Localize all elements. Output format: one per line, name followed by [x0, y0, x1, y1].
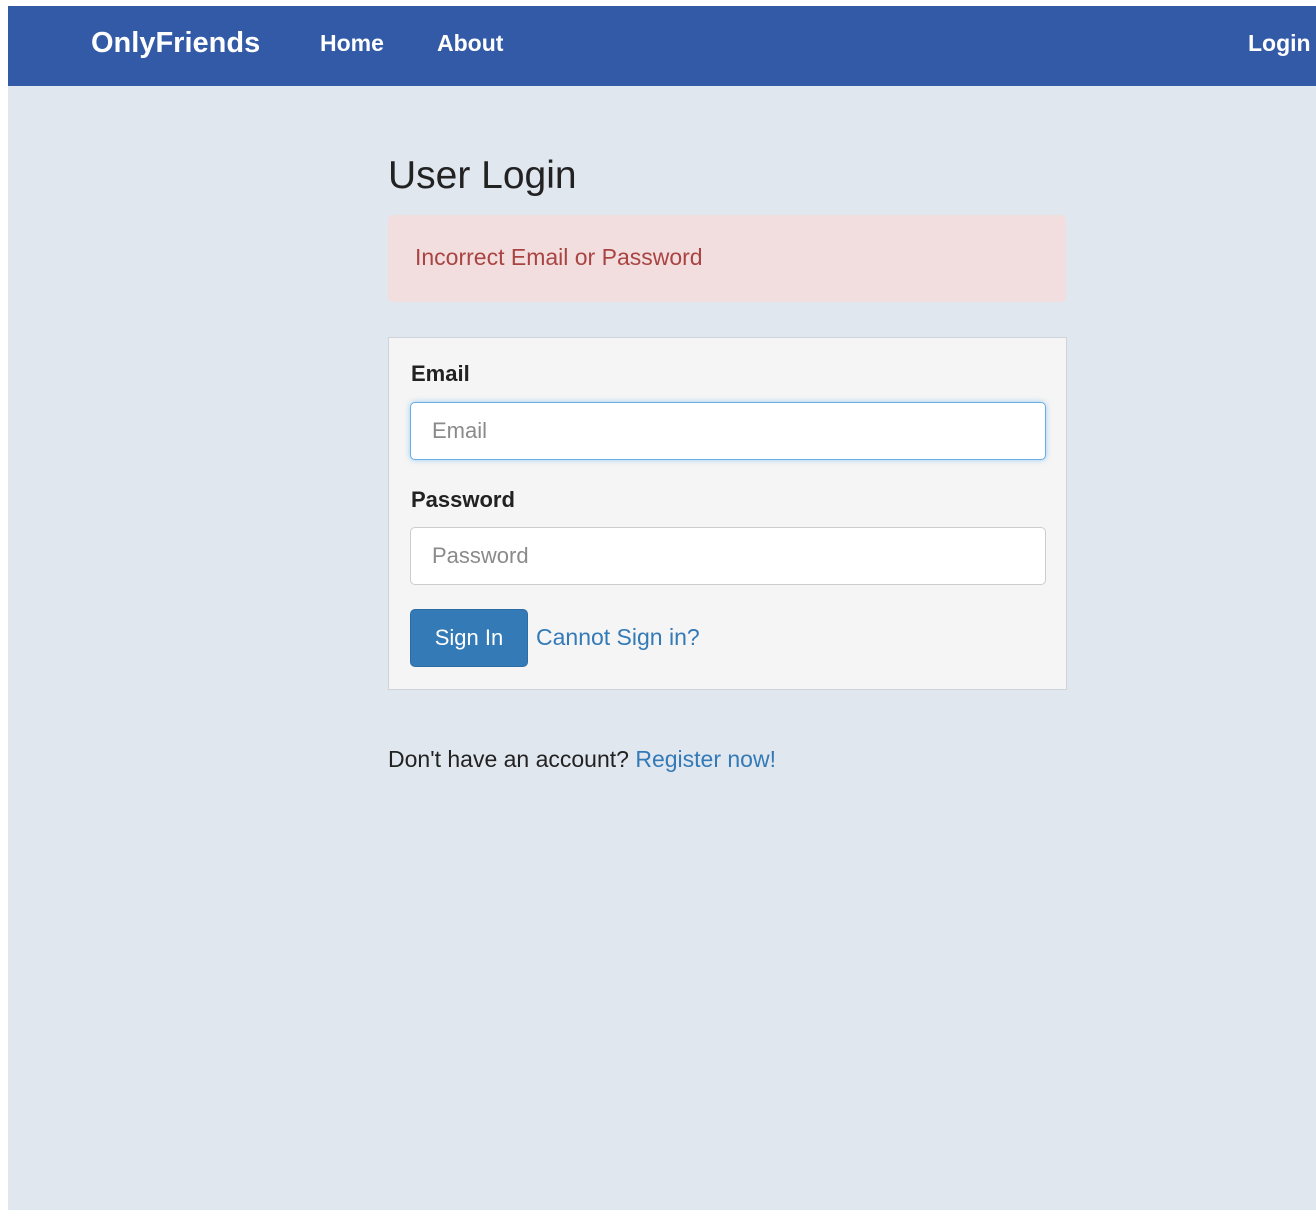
sign-in-button[interactable]: Sign In — [410, 609, 528, 667]
register-prompt-row: Don't have an account? Register now! — [388, 744, 776, 774]
email-input[interactable] — [410, 402, 1046, 460]
password-label: Password — [411, 487, 515, 512]
error-alert: Incorrect Email or Password — [388, 215, 1066, 302]
nav-home-link[interactable]: Home — [320, 28, 384, 58]
cannot-sign-in-link[interactable]: Cannot Sign in? — [536, 622, 700, 652]
register-link[interactable]: Register now! — [635, 746, 776, 772]
login-form: Email Password Sign In Cannot Sign in? — [388, 337, 1067, 690]
email-label: Email — [411, 361, 470, 386]
nav-login-link[interactable]: Login — [1248, 28, 1311, 58]
brand-logo[interactable]: OnlyFriends — [91, 26, 260, 60]
error-alert-message: Incorrect Email or Password — [415, 244, 703, 270]
nav-about-link[interactable]: About — [437, 28, 503, 58]
page-frame: OnlyFriends Home About Login User Login … — [8, 6, 1316, 1210]
page-title: User Login — [388, 154, 577, 197]
register-prompt-text: Don't have an account? — [388, 746, 636, 772]
password-input[interactable] — [410, 527, 1046, 585]
navbar: OnlyFriends Home About Login — [8, 6, 1316, 86]
